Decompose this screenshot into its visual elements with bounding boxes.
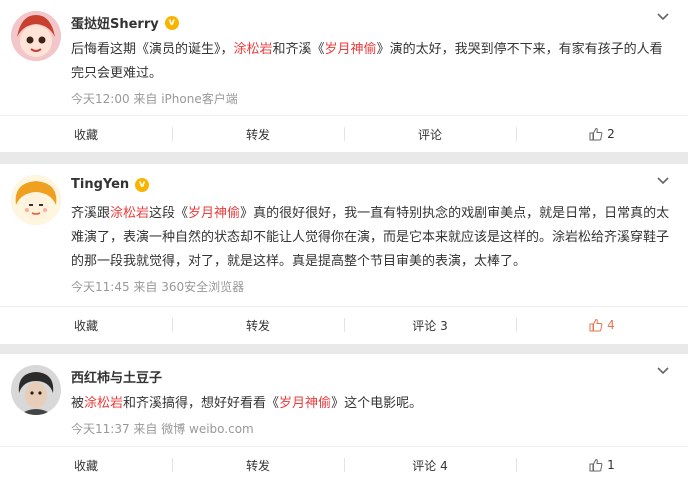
chevron-down-icon[interactable] [656, 364, 670, 378]
hashtag-link[interactable]: 岁月神偷 [325, 42, 377, 57]
hashtag-link[interactable]: 涂松岩 [110, 206, 149, 221]
verified-icon: v [135, 177, 150, 192]
comment-meta: 今天11:37 来自 微博 weibo.com [71, 422, 254, 436]
comment-text: 被涂松岩和齐溪搞得，想好好看看《岁月神偷》这个电影呢。 [71, 396, 423, 411]
collect-button[interactable]: 收藏 [0, 116, 172, 152]
collect-button[interactable]: 收藏 [0, 307, 172, 343]
like-count: 4 [607, 318, 615, 332]
hashtag-link[interactable]: 涂松岩 [234, 42, 273, 57]
action-bar: 收藏 转发 评论 4 1 [0, 446, 688, 483]
like-button[interactable]: 1 [516, 447, 688, 483]
hashtag-link[interactable]: 涂松岩 [84, 396, 123, 411]
avatar[interactable] [11, 175, 61, 225]
repost-button[interactable]: 转发 [172, 447, 344, 483]
comment-feed: 蛋挞妞Sherry v 后悔看这期《演员的诞生》，涂松岩和齐溪《岁月神偷》演的太… [0, 0, 688, 487]
comment-meta: 今天11:45 来自 360安全浏览器 [71, 280, 245, 294]
like-button[interactable]: 2 [516, 116, 688, 152]
comment-button[interactable]: 评论 4 [344, 447, 516, 483]
comment-text: 后悔看这期《演员的诞生》，涂松岩和齐溪《岁月神偷》演的太好，我哭到停不下来，有家… [71, 42, 663, 81]
thumbs-up-icon [589, 458, 603, 472]
hashtag-link[interactable]: 岁月神偷 [279, 396, 331, 411]
chevron-down-icon[interactable] [656, 10, 670, 24]
avatar[interactable] [11, 11, 61, 61]
collect-button[interactable]: 收藏 [0, 447, 172, 483]
repost-button[interactable]: 转发 [172, 307, 344, 343]
like-button[interactable]: 4 [516, 307, 688, 343]
username[interactable]: 西红柿与土豆子 [71, 367, 162, 386]
thumbs-up-icon [589, 318, 603, 332]
thumbs-up-icon [589, 127, 603, 141]
comment-card: TingYen v 齐溪跟涂松岩这段《岁月神偷》真的很好很好，我一直有特别执念的… [0, 164, 688, 344]
comment-button[interactable]: 评论 [344, 116, 516, 152]
action-bar: 收藏 转发 评论 2 [0, 115, 688, 152]
username[interactable]: TingYen [71, 177, 129, 192]
comment-text: 齐溪跟涂松岩这段《岁月神偷》真的很好很好，我一直有特别执念的戏剧审美点，就是日常… [71, 206, 670, 269]
like-count: 1 [607, 458, 615, 472]
comment-card: 西红柿与土豆子 被涂松岩和齐溪搞得，想好好看看《岁月神偷》这个电影呢。 今天11… [0, 354, 688, 487]
comment-card: 蛋挞妞Sherry v 后悔看这期《演员的诞生》，涂松岩和齐溪《岁月神偷》演的太… [0, 0, 688, 152]
comment-meta: 今天12:00 来自 iPhone客户端 [71, 92, 238, 106]
repost-button[interactable]: 转发 [172, 116, 344, 152]
username[interactable]: 蛋挞妞Sherry [71, 13, 159, 32]
verified-icon: v [164, 15, 179, 30]
comment-button[interactable]: 评论 3 [344, 307, 516, 343]
hashtag-link[interactable]: 岁月神偷 [188, 206, 240, 221]
action-bar: 收藏 转发 评论 3 4 [0, 306, 688, 343]
chevron-down-icon[interactable] [656, 174, 670, 188]
like-count: 2 [607, 127, 615, 141]
avatar[interactable] [11, 365, 61, 415]
